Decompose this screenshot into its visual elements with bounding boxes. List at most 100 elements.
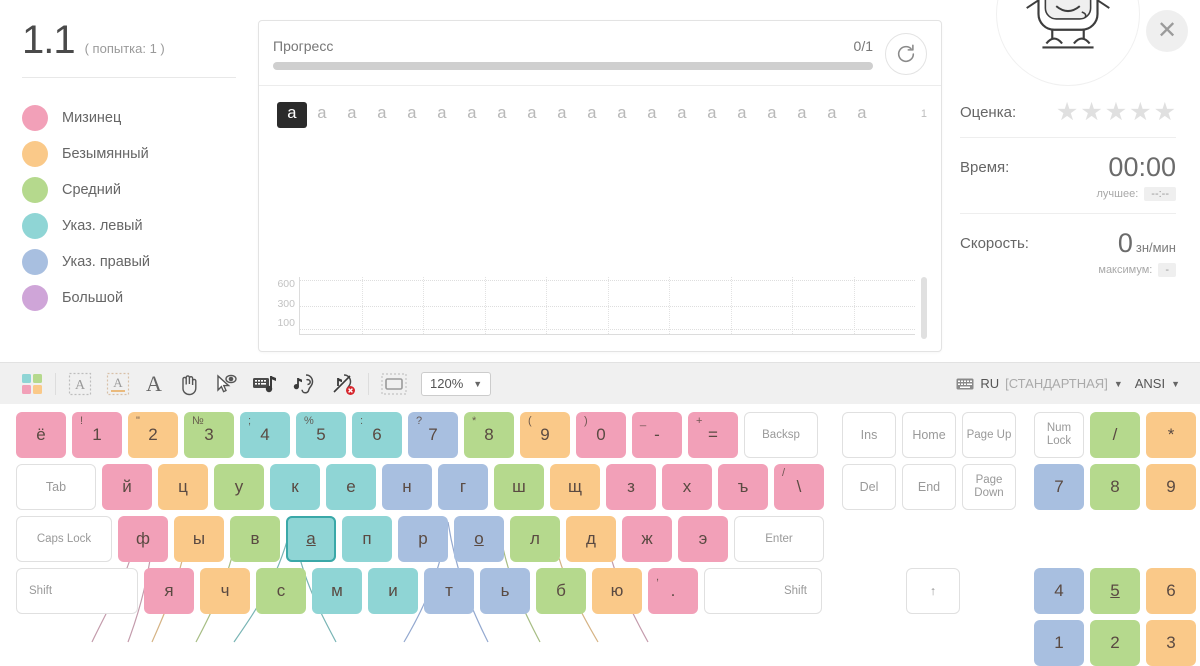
key-6[interactable]: 6 [1146, 568, 1196, 614]
key-.[interactable]: ,. [648, 568, 698, 614]
key-й[interactable]: й [102, 464, 152, 510]
color-keys-button[interactable] [14, 369, 50, 399]
key-ч[interactable]: ч [200, 568, 250, 614]
key-л[interactable]: л [510, 516, 560, 562]
key-5[interactable]: 5 [1090, 568, 1140, 614]
key-о[interactable]: о [454, 516, 504, 562]
key-del[interactable]: Del [842, 464, 896, 510]
key-щ[interactable]: щ [550, 464, 600, 510]
sound-off-button[interactable] [323, 369, 363, 399]
key-enter[interactable]: Enter [734, 516, 824, 562]
ear-sound-button[interactable] [285, 369, 323, 399]
letter-button[interactable]: A [137, 369, 171, 399]
key-х[interactable]: х [662, 464, 712, 510]
key-8[interactable]: * 8 [464, 412, 514, 458]
refresh-button[interactable] [885, 33, 927, 75]
key-2[interactable]: 2 [1090, 620, 1140, 666]
key-3[interactable]: 3 [1146, 620, 1196, 666]
letter-box-button[interactable]: A [61, 369, 99, 399]
key-end[interactable]: End [902, 464, 956, 510]
key-с[interactable]: с [256, 568, 306, 614]
key-9[interactable]: 9 [1146, 464, 1196, 510]
key-т[interactable]: т [424, 568, 474, 614]
keyboard-sound-button[interactable] [245, 369, 285, 399]
key-в[interactable]: в [230, 516, 280, 562]
typing-text-area[interactable]: аааааааааааааааааааа 1 [259, 86, 941, 273]
key-5[interactable]: % 5 [296, 412, 346, 458]
key-ю[interactable]: ю [592, 568, 642, 614]
key-num-lock[interactable]: Num Lock [1034, 412, 1084, 458]
key-ш[interactable]: ш [494, 464, 544, 510]
key-е[interactable]: е [326, 464, 376, 510]
key-б[interactable]: б [536, 568, 586, 614]
keyboard-layout-select[interactable]: RU [СТАНДАРТНАЯ] ▼ [950, 376, 1128, 391]
rating-star[interactable]: ★ [1056, 100, 1078, 125]
arrow-up-key[interactable]: ↑ [906, 568, 960, 614]
chart-gridline-v [423, 277, 424, 334]
key-2[interactable]: " 2 [128, 412, 178, 458]
key-*[interactable]: * [1146, 412, 1196, 458]
chart-scrollbar[interactable] [921, 277, 927, 339]
rating-star[interactable]: ★ [1154, 100, 1176, 125]
key-ы[interactable]: ы [174, 516, 224, 562]
key-\[interactable]: / \ [774, 464, 824, 510]
key-7[interactable]: 7 [1034, 464, 1084, 510]
key-label: - [654, 425, 660, 444]
key-а[interactable]: а [286, 516, 336, 562]
zoom-control[interactable]: 120% ▼ [414, 369, 498, 399]
rating-stars[interactable]: ★ ★ ★ ★ ★ [1056, 100, 1176, 125]
key-tab[interactable]: Tab [16, 464, 96, 510]
key-=[interactable]: + = [688, 412, 738, 458]
key-7[interactable]: ? 7 [408, 412, 458, 458]
key-4[interactable]: ; 4 [240, 412, 290, 458]
key-к[interactable]: к [270, 464, 320, 510]
key-label: 2 [148, 425, 158, 444]
key-р[interactable]: р [398, 516, 448, 562]
key-/[interactable]: / [1090, 412, 1140, 458]
key-8[interactable]: 8 [1090, 464, 1140, 510]
key-backsp[interactable]: Backsp [744, 412, 818, 458]
letter-underline-button[interactable]: A [99, 369, 137, 399]
key-ж[interactable]: ж [622, 516, 672, 562]
key-home[interactable]: Home [902, 412, 956, 458]
key-shift[interactable]: Shift [16, 568, 138, 614]
key-page-up[interactable]: Page Up [962, 412, 1016, 458]
key-э[interactable]: э [678, 516, 728, 562]
cursor-eye-button[interactable] [207, 369, 245, 399]
key-м[interactable]: м [312, 568, 362, 614]
key-у[interactable]: у [214, 464, 264, 510]
key-и[interactable]: и [368, 568, 418, 614]
key--[interactable]: _ - [632, 412, 682, 458]
key-label: м [331, 581, 343, 600]
close-button[interactable]: ✕ [1146, 10, 1188, 52]
key-д[interactable]: д [566, 516, 616, 562]
key-4[interactable]: 4 [1034, 568, 1084, 614]
key-caps-lock[interactable]: Caps Lock [16, 516, 112, 562]
key-6[interactable]: :6 [352, 412, 402, 458]
key-н[interactable]: н [382, 464, 432, 510]
rating-star[interactable]: ★ [1129, 100, 1151, 125]
key-п[interactable]: п [342, 516, 392, 562]
keyboard-type-select[interactable]: ANSI ▼ [1129, 376, 1186, 391]
key-page-down[interactable]: Page Down [962, 464, 1016, 510]
panel-button[interactable] [374, 369, 414, 399]
key-ф[interactable]: ф [118, 516, 168, 562]
rating-star[interactable]: ★ [1105, 100, 1127, 125]
key-ь[interactable]: ь [480, 568, 530, 614]
zoom-select[interactable]: 120% ▼ [421, 371, 492, 396]
hand-button[interactable] [171, 369, 207, 399]
key-shift[interactable]: Shift [704, 568, 822, 614]
key-ц[interactable]: ц [158, 464, 208, 510]
key-з[interactable]: з [606, 464, 656, 510]
key-0[interactable]: ) 0 [576, 412, 626, 458]
key-3[interactable]: № 3 [184, 412, 234, 458]
key-9[interactable]: (9 [520, 412, 570, 458]
key-1[interactable]: 1 [1034, 620, 1084, 666]
key-г[interactable]: г [438, 464, 488, 510]
key-ins[interactable]: Ins [842, 412, 896, 458]
key-я[interactable]: я [144, 568, 194, 614]
key-ё[interactable]: ё [16, 412, 66, 458]
rating-star[interactable]: ★ [1080, 100, 1102, 125]
key-ъ[interactable]: ъ [718, 464, 768, 510]
key-1[interactable]: ! 1 [72, 412, 122, 458]
